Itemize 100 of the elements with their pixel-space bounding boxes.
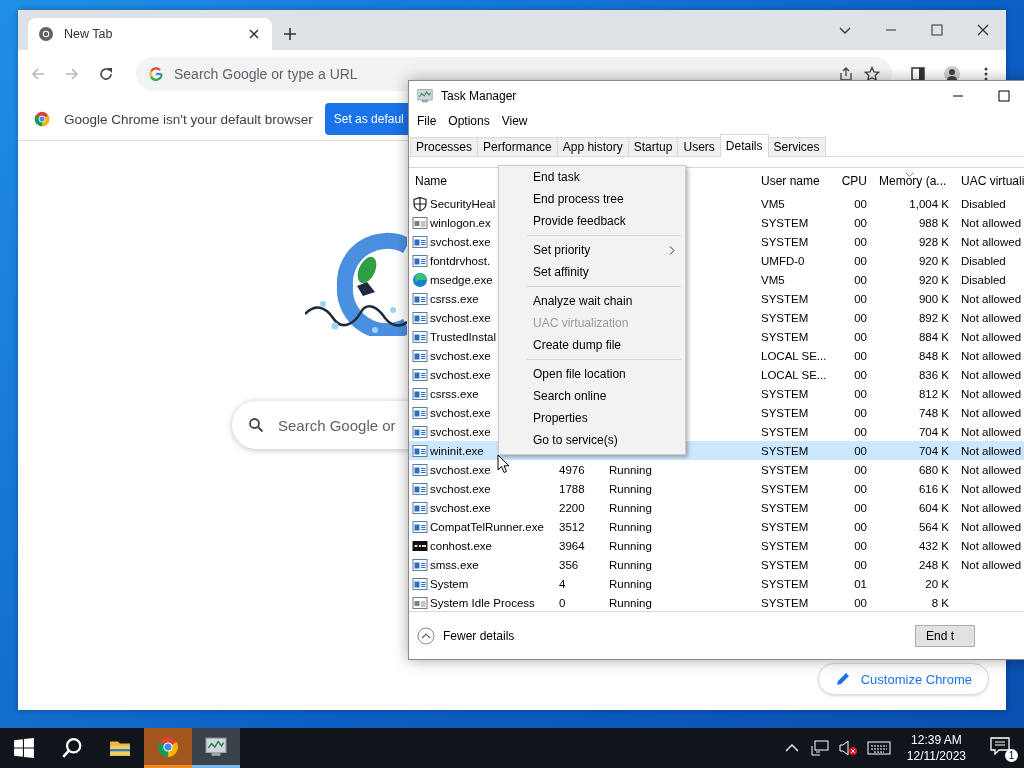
- tab[interactable]: Startup: [627, 137, 679, 156]
- table-cell: UMFD-0: [761, 254, 805, 267]
- menu-item[interactable]: View: [495, 114, 534, 128]
- table-cell: svchost.exe: [430, 425, 491, 438]
- tab[interactable]: Details: [719, 134, 769, 157]
- table-cell: 900 K: [918, 292, 949, 305]
- tab[interactable]: Processes: [410, 137, 479, 156]
- table-cell: 884 K: [918, 330, 949, 343]
- table-cell: Not allowed: [961, 330, 1022, 343]
- context-menu-item[interactable]: Set affinity: [499, 261, 685, 283]
- column-header[interactable]: CPU: [835, 174, 873, 188]
- table-cell: 432 K: [918, 539, 949, 552]
- table-cell: svchost.exe: [430, 482, 491, 495]
- table-cell: Not allowed: [961, 482, 1022, 495]
- table-cell: System Idle Process: [430, 596, 535, 609]
- table-cell: fontdrvhost.: [430, 254, 491, 267]
- table-cell: svchost.exe: [430, 406, 491, 419]
- table-cell: Not allowed: [961, 501, 1022, 514]
- table-cell: SYSTEM: [761, 501, 809, 514]
- table-cell: svchost.exe: [430, 349, 491, 362]
- table-cell: SYSTEM: [761, 482, 809, 495]
- column-header[interactable]: Memory (a...: [873, 174, 955, 188]
- table-cell: 00: [854, 273, 867, 286]
- table-cell: SYSTEM: [761, 577, 809, 590]
- set-default-button[interactable]: Set as defaul: [324, 103, 409, 135]
- table-cell: Not allowed: [961, 520, 1022, 533]
- table-cell: Running: [609, 501, 652, 514]
- table-cell: 356: [559, 558, 579, 571]
- table-cell: SYSTEM: [761, 292, 809, 305]
- table-cell: 00: [854, 216, 867, 229]
- browser-tab[interactable]: New Tab: [28, 18, 272, 50]
- table-cell: 1788: [559, 482, 585, 495]
- table-cell: Running: [609, 520, 652, 533]
- clock-date: 12/11/2023: [906, 749, 966, 763]
- table-cell: Disabled: [961, 254, 1006, 267]
- tab[interactable]: App history: [556, 137, 629, 156]
- table-cell: 20 K: [925, 577, 949, 590]
- context-menu-item[interactable]: Create dump file: [499, 334, 685, 356]
- table-cell: 00: [854, 558, 867, 571]
- context-menu-item[interactable]: Analyze wait chain: [499, 290, 685, 312]
- table-cell: 00: [854, 596, 867, 609]
- table-cell: SYSTEM: [761, 216, 809, 229]
- table-cell: Not allowed: [961, 558, 1022, 571]
- column-header[interactable]: User name: [755, 174, 835, 188]
- table-cell: 928 K: [918, 235, 949, 248]
- clock[interactable]: 12:39 AM 12/11/2023: [900, 733, 972, 763]
- context-menu-item[interactable]: Set priority: [499, 239, 685, 261]
- table-cell: Not allowed: [961, 539, 1022, 552]
- end-task-button[interactable]: End t: [915, 624, 975, 647]
- table-cell: 00: [854, 444, 867, 457]
- table-cell: svchost.exe: [430, 368, 491, 381]
- table-cell: System: [430, 577, 469, 590]
- context-menu-item[interactable]: Open file location: [499, 363, 685, 385]
- table-cell: msedge.exe: [430, 273, 493, 286]
- context-menu-item[interactable]: Search online: [499, 385, 685, 407]
- table-cell: 2200: [559, 501, 585, 514]
- table-cell: 00: [854, 463, 867, 476]
- table-cell: smss.exe: [430, 558, 479, 571]
- table-cell: Not allowed: [961, 311, 1022, 324]
- table-cell: Running: [609, 482, 652, 495]
- table-cell: VM5: [761, 197, 785, 210]
- fewer-details-button[interactable]: Fewer details: [417, 626, 515, 645]
- table-cell: Not allowed: [961, 463, 1022, 476]
- tab[interactable]: Users: [677, 137, 721, 156]
- table-cell: Disabled: [961, 273, 1006, 286]
- table-cell: Not allowed: [961, 368, 1022, 381]
- context-menu-item[interactable]: End process tree: [499, 188, 685, 210]
- table-cell: 604 K: [918, 501, 949, 514]
- table-cell: 680 K: [918, 463, 949, 476]
- table-cell: SYSTEM: [761, 558, 809, 571]
- table-cell: svchost.exe: [430, 463, 491, 476]
- context-menu-item[interactable]: End task: [499, 166, 685, 188]
- table-cell: 00: [854, 406, 867, 419]
- table-cell: Not allowed: [961, 387, 1022, 400]
- table-cell: 848 K: [918, 349, 949, 362]
- customize-chrome-button[interactable]: Customize Chrome: [817, 663, 989, 695]
- column-header[interactable]: UAC virtuali: [955, 174, 1024, 188]
- clock-time: 12:39 AM: [911, 733, 962, 747]
- menu-item[interactable]: Options: [442, 114, 496, 128]
- table-cell: SYSTEM: [761, 463, 809, 476]
- table-cell: 3512: [559, 520, 585, 533]
- tab[interactable]: Performance: [477, 137, 558, 156]
- table-cell: Not allowed: [961, 349, 1022, 362]
- tab[interactable]: Services: [767, 137, 826, 156]
- table-cell: TrustedInstal: [430, 330, 497, 343]
- table-cell: 00: [854, 520, 867, 533]
- table-cell: svchost.exe: [430, 501, 491, 514]
- table-cell: 248 K: [918, 558, 949, 571]
- table-cell: Running: [609, 577, 652, 590]
- table-cell: 4: [559, 577, 566, 590]
- table-cell: 3964: [559, 539, 585, 552]
- context-menu-item[interactable]: Provide feedback: [499, 210, 685, 232]
- table-cell: Not allowed: [961, 292, 1022, 305]
- table-cell: 01: [854, 577, 867, 590]
- context-menu-item[interactable]: Go to service(s): [499, 429, 685, 451]
- menu-item[interactable]: File: [411, 114, 443, 128]
- table-cell: 704 K: [918, 425, 949, 438]
- table-cell: Running: [609, 463, 652, 476]
- table-cell: 00: [854, 387, 867, 400]
- context-menu-item[interactable]: Properties: [499, 407, 685, 429]
